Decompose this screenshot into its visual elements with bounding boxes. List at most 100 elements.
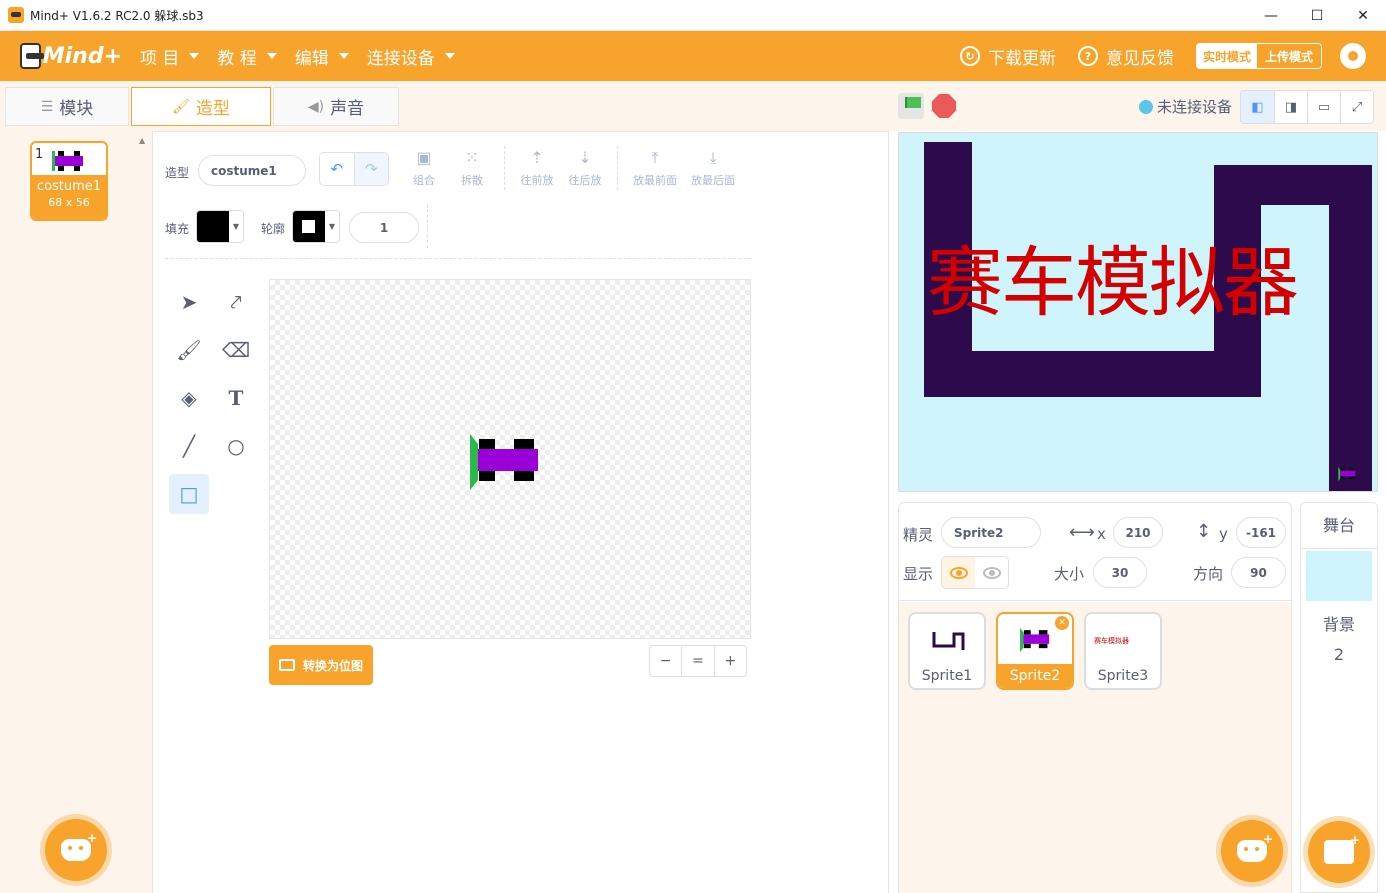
select-tool[interactable]: ➤ [169, 282, 209, 322]
hide-stage-button[interactable]: ▭ [1307, 91, 1340, 123]
sprite-name-input[interactable]: Sprite2 [941, 517, 1041, 548]
menu-connect-device[interactable]: 连接设备 [367, 44, 455, 69]
zoom-out-button[interactable]: − [650, 646, 681, 676]
editor-tabs: ☰ 模块 🖌 造型 ◀) 声音 [0, 81, 890, 131]
fill-tool[interactable]: ◈ [169, 378, 209, 418]
tab-blocks[interactable]: ☰ 模块 [5, 87, 129, 126]
stage-canvas[interactable]: 赛车模拟器 [898, 132, 1378, 492]
rectangle-icon: □ [179, 482, 199, 506]
convert-bitmap-label: 转换为位图 [302, 658, 363, 673]
outline-width-input[interactable]: 1 [349, 212, 419, 243]
sprite-name: Sprite2 [998, 664, 1072, 688]
arrow-bottom-icon: ⤓ [709, 148, 717, 167]
x-input[interactable]: 210 [1113, 517, 1163, 548]
backward-button[interactable]: ⇣ 往后放 [562, 148, 608, 188]
gear-icon[interactable] [1340, 43, 1366, 69]
back-button[interactable]: ⤓ 放最后面 [685, 148, 741, 188]
arrow-pointer-icon: ➤ [180, 290, 198, 314]
reshape-tool[interactable]: ⤤ [216, 282, 256, 322]
rectangle-tool[interactable]: □ [169, 474, 209, 514]
costume-list: 1 costume1 68 x 56 + [0, 131, 153, 893]
window-title: Mind+ V1.6.2 RC2.0 躲球.sb3 [30, 8, 204, 23]
zoom-in-button[interactable]: + [713, 646, 746, 676]
hide-button[interactable] [975, 557, 1008, 588]
text-tool[interactable]: T [216, 378, 256, 418]
green-flag-icon[interactable] [898, 93, 924, 119]
add-sprite-button[interactable]: + [1221, 820, 1283, 882]
device-status: 未连接设备 [1139, 96, 1232, 117]
close-button[interactable]: ✕ [1340, 0, 1386, 31]
title-bar: Mind+ V1.6.2 RC2.0 躲球.sb3 — ☐ ✕ [0, 0, 1386, 31]
front-button[interactable]: ⤒ 放最前面 [627, 148, 683, 188]
maximize-button[interactable]: ☐ [1294, 0, 1340, 31]
chevron-down-icon [444, 53, 455, 59]
sprite-tile-sprite1[interactable]: Sprite1 [908, 612, 986, 690]
show-button[interactable] [942, 557, 975, 588]
small-stage-button[interactable]: ◧ [1241, 91, 1274, 123]
convert-bitmap-button[interactable]: 转换为位图 [269, 645, 373, 685]
circle-icon: ○ [227, 434, 245, 458]
brush-icon: 🖌 [176, 338, 202, 362]
realtime-mode-button[interactable]: 实时模式 [1196, 44, 1257, 68]
menu-edit[interactable]: 编辑 [295, 44, 349, 69]
outline-label: 轮廓 [261, 222, 286, 236]
direction-label: 方向 [1193, 565, 1224, 583]
feedback-link[interactable]: ? 意见反馈 [1077, 44, 1174, 69]
fill-swatch [197, 211, 229, 242]
sprite1-thumbnail [932, 632, 965, 650]
menu-tutorial[interactable]: 教 程 [217, 44, 277, 69]
brush-tool[interactable]: 🖌 [169, 330, 209, 370]
undo-button[interactable]: ↶ [320, 153, 354, 185]
outline-color-picker[interactable]: ▼ [292, 210, 340, 243]
vertical-arrows-icon: ↕ [1196, 521, 1212, 542]
delete-sprite-icon[interactable]: ✕ [1055, 616, 1069, 630]
image-icon [278, 659, 295, 671]
ungroup-button[interactable]: ⁙ 拆散 [449, 148, 495, 188]
fill-color-picker[interactable]: ▼ [196, 210, 244, 243]
normal-stage-button[interactable]: ◨ [1274, 91, 1307, 123]
tab-costumes-label: 造型 [195, 99, 230, 119]
tab-sounds[interactable]: ◀) 声音 [273, 87, 399, 126]
eraser-tool[interactable]: ⌫ [216, 330, 256, 370]
car-sprite [1338, 467, 1356, 481]
sprite-tile-sprite2[interactable]: ✕ Sprite2 [996, 612, 1074, 690]
track-segment [924, 351, 1260, 397]
menu-project[interactable]: 项 目 [140, 44, 200, 69]
circle-tool[interactable]: ○ [216, 426, 256, 466]
upload-mode-button[interactable]: 上传模式 [1256, 44, 1321, 68]
redo-button[interactable]: ↷ [353, 153, 388, 185]
stop-icon[interactable] [932, 94, 956, 118]
car-drawing [470, 434, 538, 490]
drawing-canvas[interactable] [269, 279, 751, 639]
sprite-tile-sprite3[interactable]: 赛车模拟器 Sprite3 [1084, 612, 1162, 690]
add-backdrop-button[interactable]: + [1308, 821, 1370, 883]
minimize-button[interactable]: — [1248, 0, 1294, 31]
plus-icon: + [1349, 833, 1360, 847]
mindplus-logo[interactable]: Mind+ [20, 38, 122, 74]
plus-icon: + [1262, 832, 1273, 846]
sprite-label: 精灵 [903, 526, 934, 544]
forward-button[interactable]: ⇡ 往前放 [514, 148, 560, 188]
costume-index: 1 [35, 147, 44, 162]
paint-bucket-icon: ◈ [181, 386, 197, 410]
fullscreen-button[interactable]: ⤢ [1340, 91, 1373, 123]
costume-name-input[interactable]: costume1 [198, 155, 306, 186]
costume-caption: costume1 68 x 56 [32, 175, 106, 219]
group-button[interactable]: ▣ 组合 [401, 148, 447, 188]
download-update-link[interactable]: ↻ 下载更新 [959, 44, 1056, 69]
scroll-up-arrow[interactable]: ▲ [139, 136, 149, 146]
size-input[interactable]: 30 [1093, 557, 1147, 588]
zoom-reset-button[interactable]: = [681, 646, 713, 676]
chevron-down-icon [266, 53, 277, 59]
costume-tile[interactable]: 1 costume1 68 x 56 [30, 141, 108, 221]
feedback-label: 意见反馈 [1105, 48, 1174, 69]
tab-costumes[interactable]: 🖌 造型 [131, 87, 271, 126]
direction-input[interactable]: 90 [1231, 557, 1286, 588]
reshape-icon: ⤤ [230, 290, 242, 314]
sprite2-thumbnail [1020, 628, 1050, 652]
line-tool[interactable]: ╱ [169, 426, 209, 466]
y-input[interactable]: -161 [1236, 517, 1286, 548]
add-costume-button[interactable]: + [45, 819, 107, 881]
undo-redo-group: ↶ ↷ [319, 152, 389, 186]
costume-size: 68 x 56 [48, 196, 90, 209]
